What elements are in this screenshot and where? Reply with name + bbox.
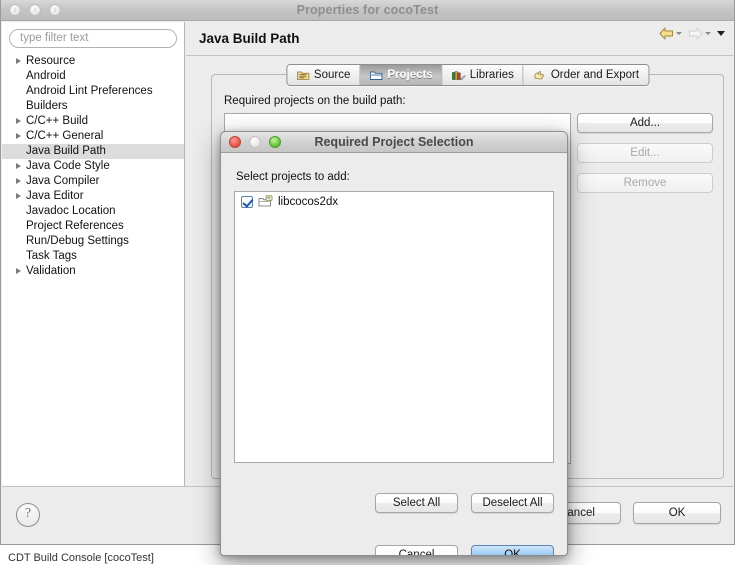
back-button[interactable]	[657, 26, 684, 41]
dialog-ok-button[interactable]: OK	[471, 545, 554, 555]
dialog-body: Select projects to add: libcocos2dx Sele…	[221, 153, 567, 555]
dialog-label: Select projects to add:	[236, 171, 350, 183]
sidebar-item-label: Task Tags	[26, 249, 77, 262]
sidebar-item[interactable]: Java Build Path	[2, 143, 184, 159]
remove-button: Remove	[577, 173, 713, 193]
sidebar-item-label: C/C++ General	[26, 129, 104, 142]
tab-order-and-export[interactable]: Order and Export	[523, 65, 649, 85]
project-checkbox[interactable]	[241, 195, 253, 208]
sidebar-item-label: Java Code Style	[26, 159, 110, 172]
sidebar-item[interactable]: Java Editor	[2, 189, 184, 204]
sidebar-item[interactable]: Resource	[2, 54, 184, 69]
source-folder-icon	[296, 71, 309, 80]
dialog-action-button-group: Cancel OK	[221, 545, 567, 555]
add-button[interactable]: Add...	[577, 113, 713, 133]
title-divider	[186, 55, 733, 56]
question-mark-icon[interactable]: ?	[16, 503, 40, 527]
sidebar-item[interactable]: Project References	[2, 219, 184, 234]
panel-label: Required projects on the build path:	[224, 95, 406, 107]
settings-sidebar: Resource Android Android Lint Preferences B…	[2, 22, 185, 488]
tab-label: Libraries	[469, 69, 514, 81]
sidebar-item-label: Android	[26, 69, 66, 82]
sidebar-item[interactable]: C/C++ General	[2, 129, 184, 144]
sidebar-item[interactable]: Android	[2, 69, 184, 84]
sidebar-item-label: Java Editor	[26, 189, 84, 202]
expand-triangle-icon[interactable]	[16, 117, 21, 124]
tab-source[interactable]: Source	[286, 65, 361, 85]
sidebar-item[interactable]: Java Code Style	[2, 159, 184, 174]
background-status-text: CDT Build Console [cocoTest]	[8, 552, 154, 564]
select-all-button-group: Select All Deselect All	[221, 493, 567, 513]
page-title: Java Build Path	[199, 31, 300, 46]
sidebar-item[interactable]: C/C++ Build	[2, 114, 184, 129]
tab-projects[interactable]: Projects	[360, 65, 443, 85]
expand-triangle-icon[interactable]	[16, 177, 21, 184]
forward-arrow-icon	[689, 27, 703, 40]
filter-container	[2, 22, 184, 52]
sidebar-item[interactable]: Task Tags	[2, 249, 184, 264]
sidebar-item-label: Java Compiler	[26, 174, 100, 187]
sidebar-item[interactable]: Run/Debug Settings	[2, 234, 184, 249]
tab-label: Source	[313, 69, 351, 81]
window-title: Properties for cocoTest	[296, 3, 439, 17]
sidebar-item-label: Android Lint Preferences	[26, 84, 153, 97]
navigation-toolbar[interactable]	[657, 26, 727, 41]
sidebar-item-label: Validation	[26, 264, 76, 277]
edit-button: Edit...	[577, 143, 713, 163]
sidebar-item[interactable]: Android Lint Preferences	[2, 84, 184, 99]
deselect-all-button[interactable]: Deselect All	[471, 493, 554, 513]
projects-folder-icon	[369, 71, 383, 80]
libraries-books-icon	[452, 71, 466, 81]
tab-label: Order and Export	[550, 69, 640, 81]
sidebar-item-label: Resource	[26, 54, 76, 67]
view-menu-button[interactable]	[715, 30, 727, 37]
expand-triangle-icon[interactable]	[16, 57, 21, 64]
dialog-titlebar: Required Project Selection	[221, 132, 567, 153]
back-dropdown-caret-icon[interactable]	[676, 32, 682, 35]
dialog-cancel-button[interactable]: Cancel	[375, 545, 458, 555]
sidebar-item-label: Java Build Path	[26, 144, 106, 157]
screen: CDT Build Console [cocoTest] Properties …	[0, 0, 735, 565]
order-export-icon	[534, 71, 545, 80]
tab-libraries[interactable]: Libraries	[442, 65, 524, 85]
window-titlebar: Properties for cocoTest	[1, 0, 734, 21]
expand-triangle-icon[interactable]	[16, 192, 21, 199]
list-item[interactable]: libcocos2dx	[235, 192, 553, 211]
sidebar-item-label: Run/Debug Settings	[26, 234, 129, 247]
back-arrow-icon	[659, 27, 673, 40]
sidebar-item-label: Javadoc Location	[26, 204, 116, 217]
select-all-button[interactable]: Select All	[375, 493, 458, 513]
dialog-title: Required Project Selection	[314, 135, 474, 149]
forward-dropdown-caret-icon[interactable]	[705, 32, 711, 35]
list-action-buttons: Add... Edit... Remove	[577, 113, 713, 193]
expand-triangle-icon[interactable]	[16, 162, 21, 169]
search-input[interactable]	[9, 28, 177, 48]
tab-label: Projects	[387, 69, 433, 81]
sidebar-item[interactable]: Java Compiler	[2, 174, 184, 189]
sidebar-item-label: Project References	[26, 219, 124, 232]
expand-triangle-icon[interactable]	[16, 132, 21, 139]
ok-button[interactable]: OK	[633, 502, 721, 524]
settings-tree: Resource Android Android Lint Preferences B…	[2, 52, 184, 279]
sidebar-item-label: Builders	[26, 99, 68, 112]
sidebar-item-label: C/C++ Build	[26, 114, 89, 127]
required-project-selection-dialog: Required Project Selection Select projec…	[220, 131, 568, 556]
sidebar-item[interactable]: Builders	[2, 99, 184, 114]
forward-button[interactable]	[686, 26, 713, 41]
expand-triangle-icon[interactable]	[16, 267, 21, 274]
list-item-label: libcocos2dx	[278, 195, 339, 208]
tab-strip: Source Projects Libraries Order and Export	[285, 64, 650, 86]
chevron-down-icon[interactable]	[717, 31, 725, 36]
java-project-icon	[258, 195, 273, 207]
sidebar-item[interactable]: Javadoc Location	[2, 204, 184, 219]
sidebar-item[interactable]: Validation	[2, 264, 184, 279]
project-checkbox-list[interactable]: libcocos2dx	[234, 191, 554, 463]
